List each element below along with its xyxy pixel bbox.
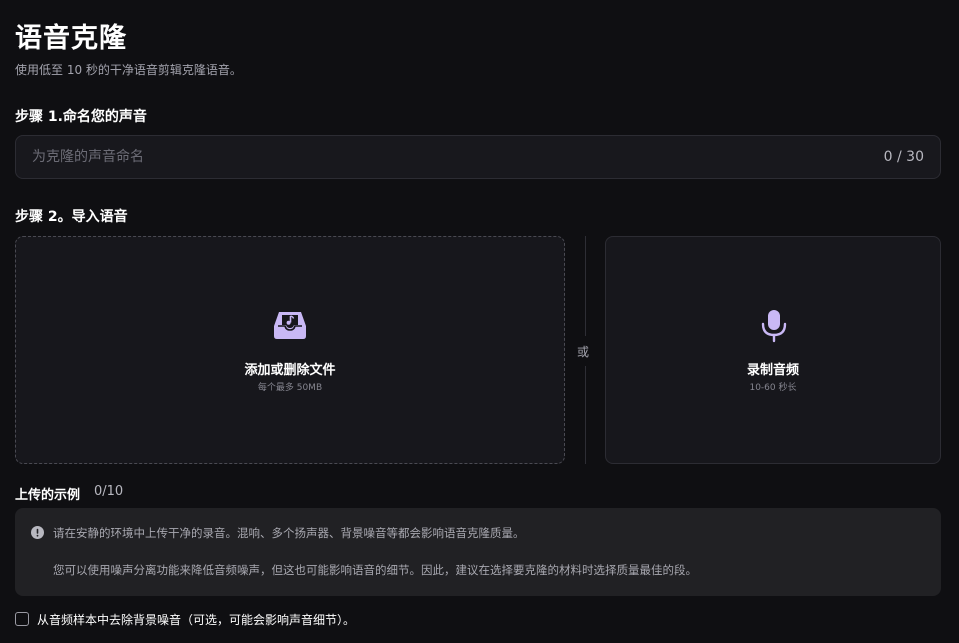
record-title: 录制音频 — [746, 363, 799, 378]
notice-text: 您可以使用噪声分离功能来降低音频噪声，但这也可能影响语音的细节。因此，建议在选择… — [53, 563, 697, 577]
inbox-music-icon — [274, 312, 306, 339]
recording-tips-notice: 请在安静的环境中上传干净的录音。混响、多个扬声器、背景噪音等都会影响语音克隆质量… — [15, 508, 941, 596]
voice-name-field[interactable]: 0 / 30 — [15, 135, 941, 179]
record-duration-hint: 10-60 秒长 — [749, 383, 797, 393]
voice-name-input[interactable] — [32, 136, 832, 178]
uploaded-samples-count: 0/10 — [94, 484, 124, 499]
divider — [585, 366, 586, 464]
notice-text: 请在安静的环境中上传干净的录音。混响、多个扬声器、背景噪音等都会影响语音克隆质量… — [53, 526, 525, 540]
step2-heading: 步骤 2。导入语音 — [15, 209, 128, 225]
page-title: 语音克隆 — [15, 23, 127, 54]
exclamation-circle-icon — [31, 526, 44, 539]
upload-title: 添加或删除文件 — [244, 363, 336, 378]
record-audio-card[interactable]: 录制音频 10-60 秒长 — [605, 236, 941, 464]
divider — [585, 236, 586, 336]
step1-heading: 步骤 1.命名您的声音 — [15, 109, 147, 125]
microphone-icon — [761, 310, 787, 343]
uploaded-samples-label: 上传的示例 — [15, 488, 81, 503]
upload-files-dropzone[interactable]: 添加或删除文件 每个最多 50MB — [15, 236, 565, 464]
character-counter: 0 / 30 — [883, 149, 924, 165]
remove-noise-label[interactable]: 从音频样本中去除背景噪音（可选，可能会影响声音细节）。 — [37, 611, 355, 628]
or-separator: 或 — [577, 345, 590, 359]
page-subtitle: 使用低至 10 秒的干净语音剪辑克隆语音。 — [15, 63, 242, 77]
upload-size-limit: 每个最多 50MB — [257, 383, 323, 393]
remove-noise-checkbox[interactable] — [15, 612, 29, 626]
